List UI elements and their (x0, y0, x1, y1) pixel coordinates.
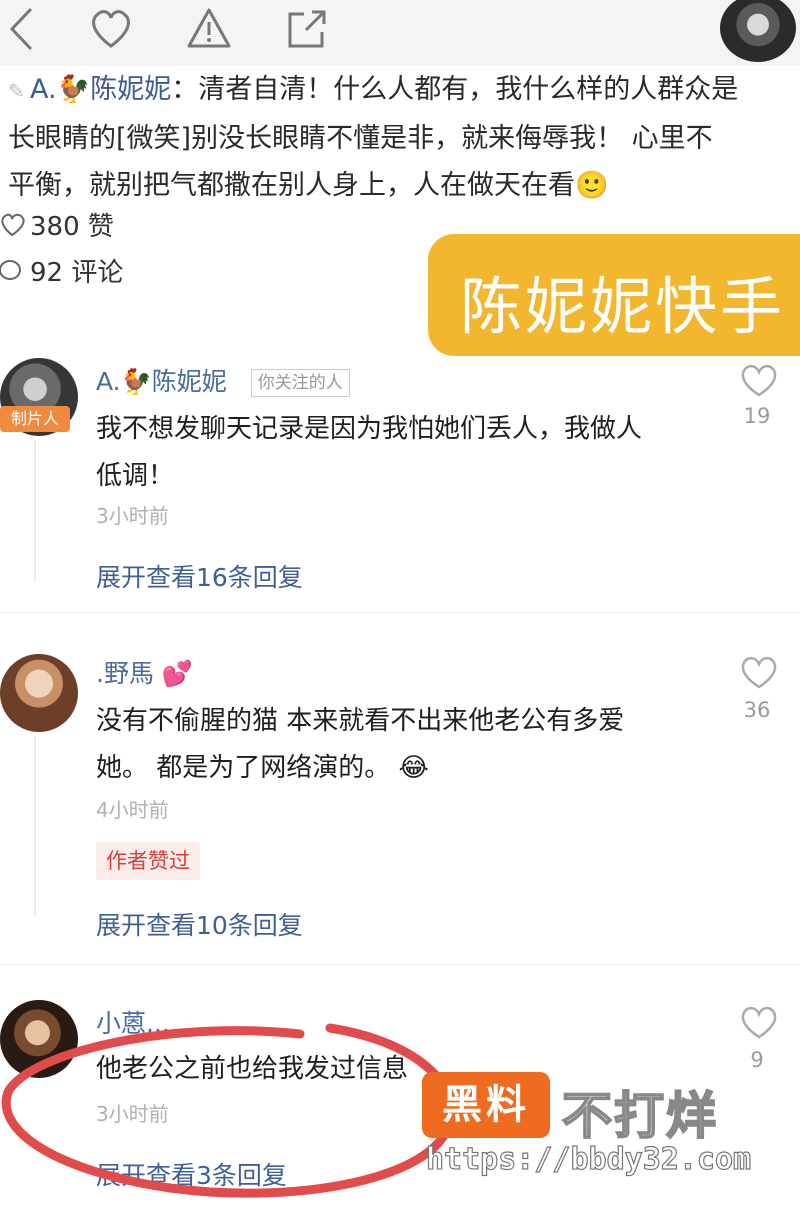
commenter-avatar[interactable] (0, 654, 78, 732)
warning-triangle-icon[interactable] (184, 4, 234, 54)
post-body: ✎ A.🐓陈妮妮：清者自清！什么人都有，我什么样的人群众是 长眼睛的[微笑]别没长… (8, 66, 798, 209)
comment-bubble-icon (0, 259, 21, 280)
avatar-role-tag: 制片人 (0, 406, 70, 432)
share-out-icon[interactable] (282, 4, 332, 54)
post-likes[interactable]: 380 赞 (0, 206, 114, 243)
heart-outline-icon[interactable] (738, 362, 780, 398)
post-text-line1: ：清者自清！什么人都有，我什么样的人群众是 (171, 74, 739, 105)
post-text-line2: 长眼睛的[微笑]别没长眼睛不懂是非，就来侮辱我！ 心里不 (8, 123, 713, 154)
comment-text-line: 低调！ (96, 461, 175, 491)
chevron-left-icon[interactable] (4, 4, 40, 54)
comment-time: 3小时前 (96, 1102, 169, 1126)
comment-text-line: 她。 都是为了网络演的。 😂 (96, 753, 429, 783)
heart-outline-icon (1, 213, 25, 236)
watermark-badge: 黑料 (422, 1072, 550, 1138)
like-count: 36 (743, 698, 771, 722)
commenter-name-text: A.🐓陈妮妮 (96, 367, 227, 396)
banner-text: 陈妮妮快手 (460, 270, 786, 343)
heart-outline-icon[interactable] (738, 1004, 780, 1040)
post-likes-count: 380 赞 (30, 212, 114, 242)
commenter-name[interactable]: .野馬 💕 (96, 654, 193, 690)
commenter-name[interactable]: A.🐓陈妮妮 你关注的人 (96, 362, 350, 398)
expand-replies-link[interactable]: 展开查看16条回复 (96, 558, 303, 594)
post-author[interactable]: A.🐓陈妮妮 (30, 74, 171, 105)
author-liked-badge: 作者赞过 (96, 842, 200, 880)
expand-replies-link[interactable]: 展开查看10条回复 (96, 906, 303, 942)
watermark-url: https://bbdy32.com (425, 1141, 752, 1177)
user-avatar[interactable] (720, 0, 796, 62)
like-count: 9 (750, 1048, 764, 1072)
title-banner: 陈妮妮快手 (428, 234, 800, 356)
divider (0, 964, 800, 965)
comment-text[interactable]: 我不想发聊天记录是因为我怕她们丢人，我做人 低调！ (96, 406, 716, 500)
comment-text-line: 没有不偷腥的猫 本来就看不出来他老公有多爱 (96, 706, 625, 736)
comment-time: 4小时前 (96, 798, 169, 822)
expand-replies-link[interactable]: 展开查看3条回复 (96, 1156, 287, 1192)
edit-icon: ✎ (8, 79, 25, 103)
thread-line (34, 736, 36, 916)
top-bar (0, 0, 800, 66)
like-count: 19 (743, 404, 771, 428)
commenter-name[interactable]: 小蒽.... (96, 1004, 178, 1040)
watermark-text: 不打烊 (561, 1086, 718, 1146)
commenter-avatar[interactable] (0, 1000, 78, 1078)
follow-badge: 你关注的人 (250, 369, 350, 397)
comment-text[interactable]: 没有不偷腥的猫 本来就看不出来他老公有多爱 她。 都是为了网络演的。 😂 (96, 698, 716, 792)
post-comments[interactable]: 92 评论 (0, 252, 123, 289)
divider (0, 612, 800, 613)
comment-text-line: 我不想发聊天记录是因为我怕她们丢人，我做人 (96, 414, 643, 444)
heart-outline-icon[interactable] (738, 654, 780, 690)
heart-outline-icon[interactable] (86, 4, 136, 54)
comment-time: 3小时前 (96, 504, 169, 528)
post-text-line3: 平衡，就别把气都撒在别人身上，人在做天在看🙂 (8, 170, 609, 201)
thread-line (34, 440, 36, 582)
post-comments-count: 92 评论 (30, 258, 124, 288)
